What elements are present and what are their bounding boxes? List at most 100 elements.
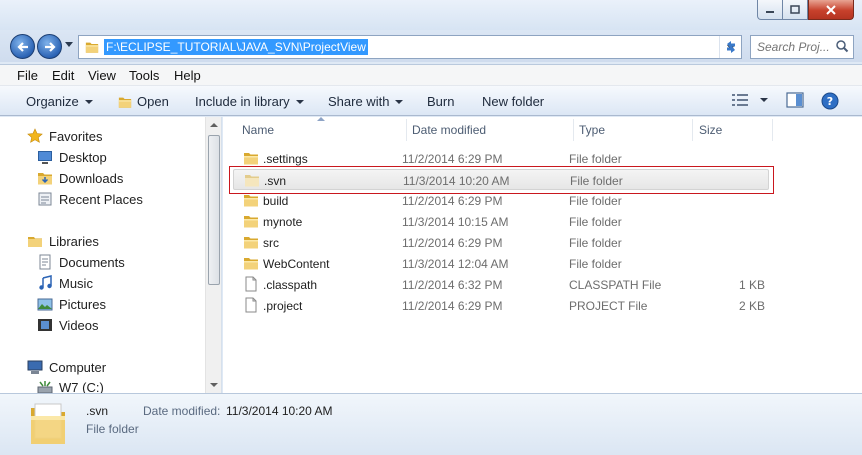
preview-pane-button[interactable] — [786, 92, 804, 108]
close-icon — [826, 4, 836, 15]
nav-documents-label: Documents — [59, 254, 125, 270]
file-name: WebContent — [263, 257, 330, 271]
folder-large-icon — [31, 403, 65, 444]
address-row: F:\ECLIPSE_TUTORIAL\JAVA_SVN\ProjectView — [0, 30, 862, 62]
recent-pages-dropdown[interactable] — [65, 42, 73, 47]
column-divider[interactable] — [573, 119, 574, 141]
nav-scroll-thumb[interactable] — [208, 135, 220, 285]
nav-favorites[interactable]: Favorites — [27, 128, 102, 144]
back-button[interactable] — [10, 34, 35, 59]
nav-recent-places[interactable]: Recent Places — [37, 191, 143, 207]
nav-computer[interactable]: Computer — [27, 359, 106, 375]
menu-bar: File Edit View Tools Help — [0, 64, 862, 86]
nav-scrollbar[interactable] — [205, 117, 221, 393]
nav-drive-c[interactable]: W7 (C:) — [37, 379, 104, 393]
change-view-button[interactable] — [732, 94, 768, 106]
downloads-folder-icon — [38, 173, 52, 185]
nav-music-label: Music — [59, 275, 93, 291]
search-icon[interactable] — [835, 39, 849, 53]
nav-favorites-label: Favorites — [49, 128, 103, 144]
open-label: Open — [137, 94, 169, 109]
column-header-type[interactable]: Type — [579, 123, 605, 137]
file-type: CLASSPATH File — [569, 278, 662, 292]
nav-music[interactable]: Music — [37, 275, 93, 291]
organize-button[interactable]: Organize — [26, 94, 93, 109]
nav-desktop[interactable]: Desktop — [37, 149, 107, 165]
minimize-icon — [766, 10, 774, 13]
details-pane: .svn Date modified: 11/3/2014 10:20 AM F… — [0, 393, 862, 455]
title-bar — [0, 0, 862, 30]
nav-pictures-label: Pictures — [59, 296, 106, 312]
forward-button[interactable] — [37, 34, 62, 59]
file-type: File folder — [569, 257, 622, 271]
drive-icon — [37, 381, 53, 393]
column-header-date[interactable]: Date modified — [412, 123, 486, 137]
file-row[interactable]: .project 11/2/2014 6:29 PM PROJECT File 2 K… — [233, 295, 769, 316]
file-row[interactable]: src 11/2/2014 6:29 PM File folder — [233, 232, 769, 253]
menu-help[interactable]: Help — [174, 68, 201, 83]
column-divider[interactable] — [692, 119, 693, 141]
nav-videos[interactable]: Videos — [37, 317, 99, 333]
computer-icon — [27, 360, 43, 374]
search-box[interactable] — [750, 35, 854, 59]
pictures-icon — [37, 298, 53, 311]
open-button[interactable]: Open — [117, 94, 169, 109]
command-bar: Organize Open Include in library Share w… — [0, 86, 862, 116]
menu-tools[interactable]: Tools — [129, 68, 159, 83]
svg-text:?: ? — [827, 95, 833, 108]
annotation-highlight-box — [229, 166, 774, 194]
address-path[interactable]: F:\ECLIPSE_TUTORIAL\JAVA_SVN\ProjectView — [104, 39, 368, 55]
address-bar[interactable]: F:\ECLIPSE_TUTORIAL\JAVA_SVN\ProjectView — [78, 35, 742, 59]
close-button[interactable] — [808, 0, 854, 20]
menu-view[interactable]: View — [88, 68, 116, 83]
arrow-right-icon — [44, 41, 56, 52]
star-icon — [27, 128, 43, 143]
details-date-value: 11/3/2014 10:20 AM — [226, 404, 333, 418]
file-type: File folder — [569, 236, 622, 250]
new-folder-label: New folder — [482, 94, 545, 109]
search-input[interactable] — [757, 39, 829, 55]
file-row[interactable]: .classpath 11/2/2014 6:32 PM CLASSPATH Fil… — [233, 274, 769, 295]
nav-downloads[interactable]: Downloads — [37, 170, 123, 186]
column-header-size[interactable]: Size — [699, 123, 722, 137]
scroll-up-icon[interactable] — [210, 123, 218, 127]
include-in-library-button[interactable]: Include in library — [195, 94, 304, 109]
file-list: Name Date modified Type Size .settings 11… — [223, 117, 862, 393]
file-size: 1 KB — [738, 278, 765, 292]
file-icon — [243, 297, 259, 313]
column-header-name[interactable]: Name — [242, 123, 274, 137]
nav-libraries[interactable]: Libraries — [27, 233, 99, 249]
chevron-down-icon — [295, 99, 304, 104]
burn-button[interactable]: Burn — [427, 94, 454, 109]
minimize-button[interactable] — [757, 0, 783, 20]
file-type: File folder — [569, 215, 622, 229]
folder-icon — [243, 255, 259, 271]
column-divider[interactable] — [772, 119, 773, 141]
nav-libraries-label: Libraries — [49, 233, 99, 249]
file-row[interactable]: mynote 11/3/2014 10:15 AM File folder — [233, 211, 769, 232]
nav-documents[interactable]: Documents — [37, 254, 125, 270]
nav-recent-places-label: Recent Places — [59, 191, 143, 207]
sort-ascending-icon — [317, 117, 325, 121]
new-folder-button[interactable]: New folder — [482, 94, 544, 109]
menu-edit[interactable]: Edit — [52, 68, 74, 83]
organize-label: Organize — [26, 94, 79, 109]
help-button[interactable]: ? — [821, 92, 839, 110]
file-size: 2 KB — [738, 299, 765, 313]
share-with-button[interactable]: Share with — [328, 94, 404, 109]
help-icon: ? — [821, 92, 839, 110]
file-date: 11/2/2014 6:32 PM — [402, 278, 503, 292]
maximize-button[interactable] — [782, 0, 808, 20]
file-row[interactable]: WebContent 11/3/2014 12:04 AM File folder — [233, 253, 769, 274]
scroll-down-icon[interactable] — [210, 383, 218, 387]
refresh-button[interactable] — [719, 35, 743, 59]
file-name: .classpath — [263, 278, 318, 292]
desktop-icon — [38, 151, 52, 164]
menu-file[interactable]: File — [17, 68, 38, 83]
file-type: File folder — [569, 194, 622, 208]
column-divider[interactable] — [406, 119, 407, 141]
nav-pictures[interactable]: Pictures — [37, 296, 106, 312]
nav-downloads-label: Downloads — [59, 170, 124, 186]
file-date: 11/2/2014 6:29 PM — [402, 236, 503, 250]
details-type: File folder — [86, 422, 139, 436]
